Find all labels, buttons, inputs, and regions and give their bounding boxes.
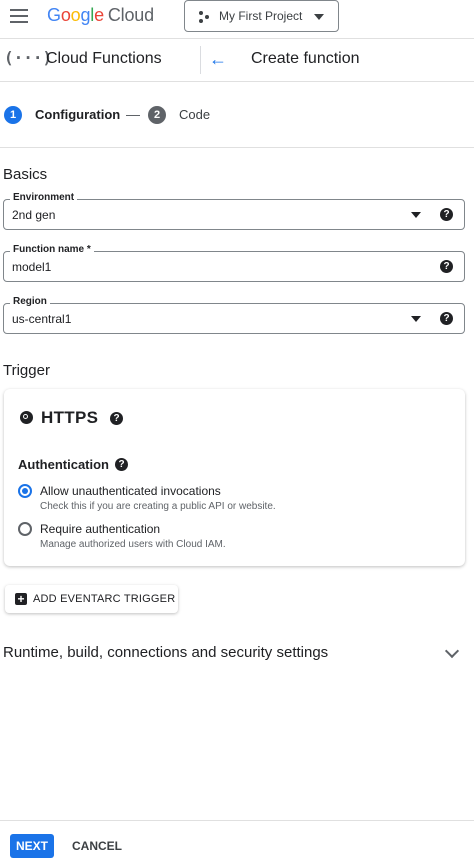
allow-unauthenticated-radio[interactable] <box>18 484 32 498</box>
header-divider <box>200 46 201 74</box>
step-1-label[interactable]: Configuration <box>35 107 120 122</box>
region-select[interactable]: Region us-central1 ? <box>3 296 465 334</box>
trigger-title: Trigger <box>3 362 50 379</box>
function-name-label: Function name * <box>10 244 94 255</box>
region-value: us-central1 <box>12 312 72 326</box>
logo-cloud-text: Cloud <box>107 5 154 25</box>
caret-down-icon <box>314 14 324 20</box>
region-label: Region <box>10 296 50 307</box>
trigger-type: HTTPS <box>41 408 99 427</box>
environment-select[interactable]: Environment 2nd gen ? <box>3 192 465 230</box>
page-title: Create function <box>251 50 360 67</box>
dropdown-arrow-icon <box>411 212 421 218</box>
help-icon[interactable]: ? <box>440 208 453 221</box>
help-icon[interactable]: ? <box>110 412 123 425</box>
globe-icon <box>20 411 33 424</box>
step-connector <box>126 115 140 116</box>
help-icon[interactable]: ? <box>115 458 128 471</box>
environment-value: 2nd gen <box>12 208 56 222</box>
step-1-number[interactable]: 1 <box>4 106 22 124</box>
hamburger-menu-icon[interactable] <box>10 9 28 23</box>
product-title: Cloud Functions <box>46 50 162 67</box>
add-eventarc-trigger-button[interactable]: + ADD EVENTARC TRIGGER <box>5 585 178 613</box>
plus-box-icon: + <box>15 593 27 605</box>
google-cloud-logo[interactable]: Google Cloud <box>47 5 154 26</box>
environment-label: Environment <box>10 192 78 203</box>
stepper-divider <box>0 147 474 148</box>
require-authentication-description: Manage authorized users with Cloud IAM. <box>40 539 226 550</box>
step-2-label[interactable]: Code <box>179 107 210 122</box>
function-name-value: model1 <box>12 260 52 274</box>
add-eventarc-trigger-label: ADD EVENTARC TRIGGER <box>33 593 176 605</box>
chevron-down-icon[interactable] <box>444 643 460 659</box>
help-icon[interactable]: ? <box>440 260 453 273</box>
basics-title: Basics <box>3 166 48 183</box>
step-2-number[interactable]: 2 <box>148 106 166 124</box>
project-dots-icon <box>199 11 211 23</box>
require-authentication-label[interactable]: Require authentication <box>40 522 160 536</box>
project-selector-label: My First Project <box>219 9 303 23</box>
project-selector[interactable]: My First Project <box>184 0 339 32</box>
allow-unauthenticated-description: Check this if you are creating a public … <box>40 501 276 512</box>
allow-unauthenticated-label[interactable]: Allow unauthenticated invocations <box>40 484 221 498</box>
cloud-functions-icon: (···) <box>4 48 53 67</box>
authentication-title: Authentication <box>18 457 109 472</box>
function-name-field[interactable]: Function name * model1 ? <box>3 244 465 282</box>
runtime-settings-title[interactable]: Runtime, build, connections and security… <box>3 644 328 661</box>
require-authentication-radio[interactable] <box>18 522 32 536</box>
next-button[interactable]: NEXT <box>10 834 54 858</box>
back-arrow-icon[interactable]: ← <box>209 49 227 70</box>
dropdown-arrow-icon <box>411 316 421 322</box>
help-icon[interactable]: ? <box>440 312 453 325</box>
cancel-button[interactable]: CANCEL <box>72 839 122 853</box>
footer-divider <box>0 820 474 821</box>
